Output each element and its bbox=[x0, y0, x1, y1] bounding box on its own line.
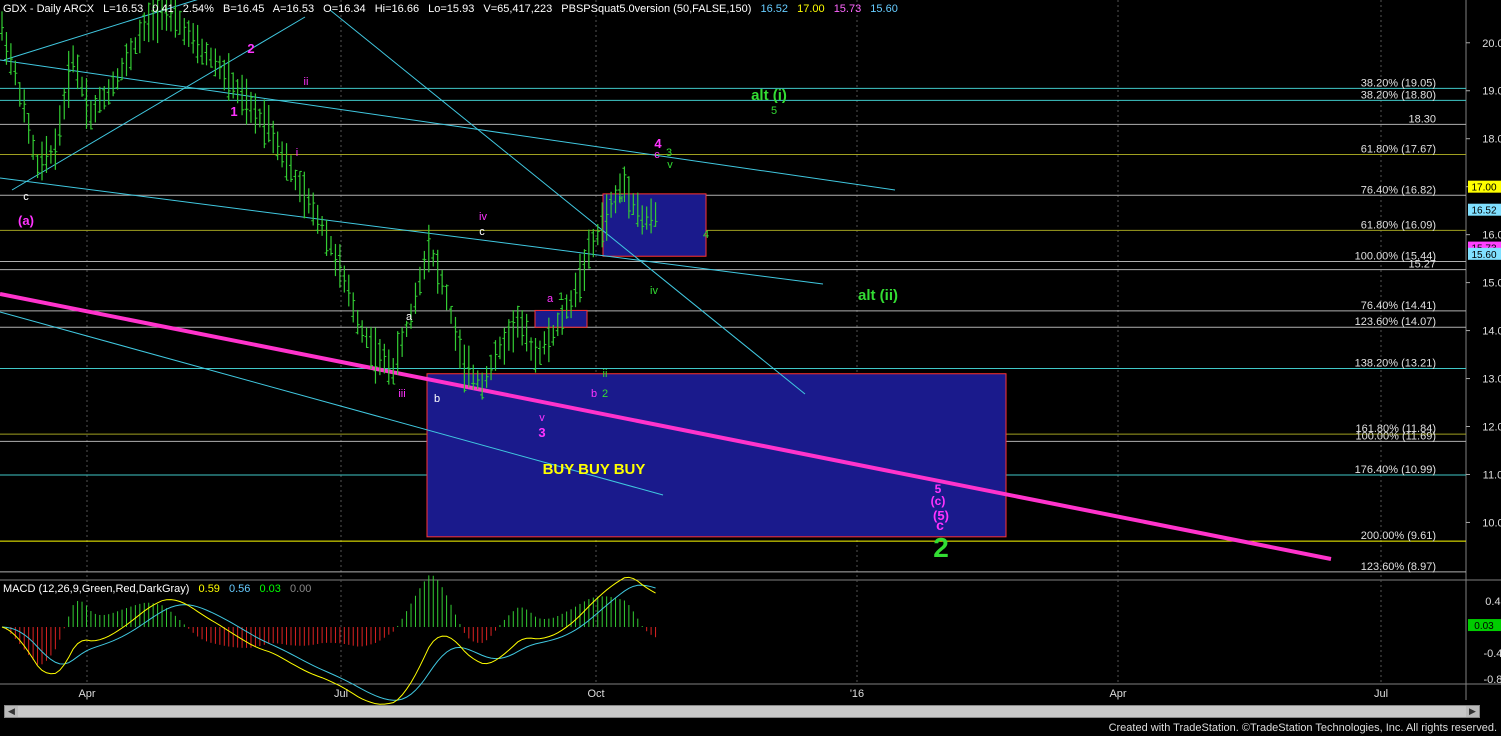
fib-label-0: 38.20% (19.05) bbox=[1361, 77, 1436, 89]
wave-label: b bbox=[591, 388, 597, 400]
price-tag-label-0: 17.00 bbox=[1471, 183, 1496, 194]
wave-label: (a) bbox=[18, 213, 34, 228]
wave-label: alt (i) bbox=[751, 87, 787, 104]
price-tick-label: 11.00 bbox=[1483, 469, 1501, 481]
wave-label: 5 bbox=[771, 105, 777, 117]
price-tick-label: 13.00 bbox=[1482, 374, 1501, 386]
macd-tick-label: 0.03 bbox=[1474, 621, 1494, 632]
price-tag-label-3: 15.60 bbox=[1471, 250, 1496, 261]
study-value-3: 15.73 bbox=[833, 3, 862, 15]
time-tick-label: Apr bbox=[1109, 688, 1126, 700]
study-value-4: 15.60 bbox=[870, 3, 898, 15]
scroll-left-icon[interactable]: ◀ bbox=[5, 706, 18, 717]
price-tick-label: 18.00 bbox=[1482, 134, 1501, 146]
wave-label: (c) bbox=[931, 494, 946, 508]
fib-label-8: 76.40% (14.41) bbox=[1361, 300, 1436, 312]
study-value-1: 16.52 bbox=[760, 3, 789, 15]
fib-label-1: 38.20% (18.80) bbox=[1361, 89, 1436, 101]
wave-label: v bbox=[667, 159, 673, 171]
fib-label-13: 176.40% (10.99) bbox=[1355, 464, 1436, 476]
fib-label-14: 200.00% (9.61) bbox=[1361, 530, 1436, 542]
wave-label: iv bbox=[650, 285, 658, 297]
time-scrollbar[interactable]: ◀ ▶ bbox=[4, 705, 1480, 718]
macd-value-4: 0.00 bbox=[289, 583, 312, 595]
small-box bbox=[534, 309, 588, 328]
study-label: PBSPSquat5.0version (50,FALSE,150) bbox=[561, 3, 752, 15]
wave-label: 3 bbox=[538, 425, 545, 440]
wave-label: 1 bbox=[558, 291, 564, 303]
wave-label: v bbox=[539, 412, 545, 424]
wave-label: 1 bbox=[230, 104, 237, 119]
wave-label: 2 bbox=[602, 388, 608, 400]
macd-tick-label: 0.40 bbox=[1485, 596, 1501, 608]
net-change: 0.41 bbox=[152, 3, 174, 15]
wave-label: 2 bbox=[933, 532, 949, 563]
wave-label: BUY BUY BUY bbox=[543, 461, 646, 478]
wave-label: 4 bbox=[703, 229, 709, 241]
chart-header: GDX - Daily ARCX L=16.53 0.41 2.54% B=16… bbox=[3, 3, 904, 15]
low-price: Lo=15.93 bbox=[428, 3, 475, 15]
macd-label: MACD (12,26,9,Green,Red,DarkGray) bbox=[3, 583, 190, 595]
open-price: O=16.34 bbox=[323, 3, 366, 15]
macd-value-3: 0.03 bbox=[259, 583, 281, 595]
wave-label: iii bbox=[618, 193, 625, 205]
wave-label: iii bbox=[398, 388, 405, 400]
wave-label: c bbox=[479, 226, 485, 238]
wave-label: c bbox=[23, 191, 29, 203]
fib-label-2: 18.30 bbox=[1408, 113, 1436, 125]
fib-label-9: 123.60% (14.07) bbox=[1355, 316, 1436, 328]
fib-label-15: 123.60% (8.97) bbox=[1361, 561, 1436, 573]
time-tick-label: '16 bbox=[850, 688, 864, 700]
wave-label: ii bbox=[304, 76, 309, 88]
chart-window: 38.20% (19.05) 38.20% (18.80) 18.30 61.80% … bbox=[0, 0, 1501, 736]
price-tick-label: 10.00 bbox=[1482, 517, 1501, 529]
copyright-footer: Created with TradeStation. ©TradeStation… bbox=[1108, 722, 1497, 734]
last-price: L=16.53 bbox=[103, 3, 144, 15]
price-tick-label: 16.00 bbox=[1482, 230, 1501, 242]
fib-label-12: 100.00% (11.69) bbox=[1355, 430, 1436, 442]
scroll-right-icon[interactable]: ▶ bbox=[1466, 706, 1479, 717]
wave-label: b bbox=[434, 393, 440, 405]
wave-label: 2 bbox=[247, 41, 254, 56]
price-chart[interactable]: 38.20% (19.05)38.20% (18.80) 18.30 61.80% … bbox=[0, 0, 1501, 736]
fib-label-4: 76.40% (16.82) bbox=[1361, 184, 1436, 196]
symbol-label: GDX - Daily ARCX bbox=[3, 3, 95, 15]
wave-label: 3 bbox=[666, 147, 672, 159]
macd-tick-label: -0.80 bbox=[1483, 674, 1501, 686]
price-tick-label: 20.00 bbox=[1482, 38, 1501, 50]
wave-label: a bbox=[406, 311, 413, 323]
time-tick-label: Oct bbox=[587, 688, 604, 700]
wave-label: a bbox=[547, 293, 554, 305]
wave-label: iv bbox=[479, 211, 487, 223]
macd-header: MACD (12,26,9,Green,Red,DarkGray) 0.59 0… bbox=[3, 583, 317, 595]
fib-label-10: 138.20% (13.21) bbox=[1355, 357, 1436, 369]
fib-label-5: 61.80% (16.09) bbox=[1361, 219, 1436, 231]
wave-label: alt (ii) bbox=[858, 287, 898, 304]
ask-price: A=16.53 bbox=[272, 3, 315, 15]
volume: V=65,417,223 bbox=[483, 3, 553, 15]
wave-label: c bbox=[936, 517, 944, 533]
fib-label-7: 15.27 bbox=[1408, 259, 1436, 271]
time-tick-label: Apr bbox=[78, 688, 95, 700]
wave-label: i bbox=[296, 147, 298, 159]
bid-price: B=16.45 bbox=[223, 3, 265, 15]
wave-label: c bbox=[654, 149, 660, 161]
price-tick-label: 14.00 bbox=[1482, 326, 1501, 338]
time-tick-label: Jul bbox=[1374, 688, 1388, 700]
high-price: Hi=16.66 bbox=[374, 3, 420, 15]
price-tag-label-1: 16.52 bbox=[1471, 206, 1496, 217]
macd-value-2: 0.56 bbox=[229, 583, 251, 595]
price-tick-label: 19.00 bbox=[1482, 86, 1501, 98]
price-tick-label: 12.00 bbox=[1482, 422, 1501, 434]
macd-tick-label: -0.40 bbox=[1483, 648, 1501, 660]
pct-change: 2.54% bbox=[182, 3, 214, 15]
study-value-2: 17.00 bbox=[797, 3, 825, 15]
wave-label: ii bbox=[603, 368, 608, 380]
macd-value-1: 0.59 bbox=[198, 583, 220, 595]
price-tick-label: 15.00 bbox=[1482, 278, 1501, 290]
fib-label-3: 61.80% (17.67) bbox=[1361, 144, 1436, 156]
